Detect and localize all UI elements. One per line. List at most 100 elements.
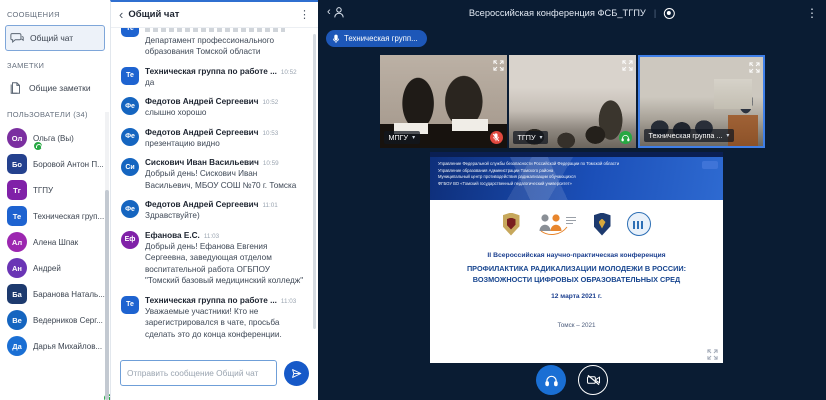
mic-icon bbox=[332, 34, 340, 44]
participant-name: ТГПУ bbox=[518, 133, 536, 142]
avatar: Тг bbox=[7, 180, 27, 200]
user-list-item[interactable]: Ал Алена Шпак bbox=[0, 229, 110, 255]
sidebar-scrollbar-thumb[interactable] bbox=[105, 190, 109, 400]
slide-footer-line: Томск – 2021 bbox=[430, 322, 723, 329]
slide-header-band: Управление Федеральной службы безопаснос… bbox=[430, 157, 723, 200]
video-thumbnail-tech-group[interactable]: Техническая группа ... ▾ bbox=[638, 55, 765, 148]
message-author: Федотов Андрей Сергеевич bbox=[145, 97, 258, 106]
slide-band-button bbox=[702, 161, 718, 169]
user-list-item[interactable]: Тг ТГПУ bbox=[0, 177, 110, 203]
avatar: Ан bbox=[7, 258, 27, 278]
video-thumbnail-tgpu[interactable]: ТГПУ ▾ bbox=[509, 55, 636, 148]
thumbnail-label[interactable]: Техническая группа ... ▾ bbox=[644, 129, 735, 142]
active-speaker-name: Техническая групп... bbox=[344, 34, 418, 43]
participant-name: Техническая группа ... bbox=[649, 131, 723, 140]
user-name: Андрей bbox=[33, 264, 61, 273]
thumbnail-label[interactable]: ТГПУ ▾ bbox=[513, 131, 548, 144]
sidebar-item-label: Общие заметки bbox=[29, 83, 91, 93]
user-name: Боровой Антон П... bbox=[33, 160, 104, 169]
user-list-item[interactable]: Ол Ольга (Вы) bbox=[0, 125, 110, 151]
active-speaker-pill: Техническая групп... bbox=[326, 30, 427, 47]
clipped-text-line bbox=[145, 28, 285, 32]
slide-org-line: Управление Федеральной службы безопаснос… bbox=[438, 161, 680, 168]
message-time: 10:59 bbox=[263, 160, 279, 167]
avatar: Те bbox=[7, 206, 27, 226]
conference-topbar: ‹ Всероссийская конференция ФСБ_ТГПУ | ⋮ bbox=[318, 0, 826, 26]
message-text: Здравствуйте) bbox=[145, 210, 304, 221]
slide-logos-row bbox=[430, 207, 723, 241]
user-name: Баранова Наталь... bbox=[33, 290, 105, 299]
slide-conference-line: II Всероссийская научно-практическая кон… bbox=[430, 252, 723, 259]
chat-message: Те Техническая группа по работе ...10:52… bbox=[121, 67, 304, 88]
message-input[interactable] bbox=[120, 360, 277, 386]
message-time: 10:52 bbox=[262, 99, 278, 106]
camera-off-icon bbox=[586, 374, 601, 386]
sidebar-item-general-chat[interactable]: Общий чат bbox=[5, 25, 105, 51]
thumbnail-label[interactable]: МПГУ ▾ bbox=[384, 131, 421, 144]
record-icon[interactable] bbox=[664, 8, 675, 19]
send-icon bbox=[291, 368, 302, 379]
expand-icon[interactable] bbox=[493, 58, 504, 69]
kebab-menu-icon[interactable]: ⋮ bbox=[299, 8, 310, 21]
message-text: Уважаемые участники! Кто не зарегистриро… bbox=[145, 306, 304, 340]
camera-off-button[interactable] bbox=[578, 365, 608, 395]
chevron-down-icon: ▾ bbox=[540, 134, 543, 141]
user-list-item[interactable]: Да Дарья Михайлов... bbox=[0, 333, 110, 359]
back-icon[interactable]: ‹ bbox=[119, 8, 123, 21]
message-time: 10:53 bbox=[262, 130, 278, 137]
participant-name: МПГУ bbox=[389, 133, 409, 142]
avatar: Фе bbox=[121, 128, 139, 146]
conference-area: ‹ Всероссийская конференция ФСБ_ТГПУ | ⋮… bbox=[318, 0, 826, 400]
chat-message: Те Техническая группа по работе ...11:03… bbox=[121, 296, 304, 340]
slide-org-line: Управление образования Администрации Том… bbox=[438, 168, 680, 175]
avatar: Те bbox=[121, 28, 139, 37]
users-section-header: ПОЛЬЗОВАТЕЛИ (34) bbox=[0, 106, 110, 123]
avatar: Ол bbox=[7, 128, 27, 148]
chevron-down-icon: ▾ bbox=[726, 132, 729, 139]
chat-scrollbar-thumb[interactable] bbox=[313, 34, 316, 329]
audio-button[interactable] bbox=[536, 365, 566, 395]
avatar: Ве bbox=[7, 310, 27, 330]
chat-message: Си Сискович Иван Васильевич10:59 Добрый … bbox=[121, 158, 304, 191]
expand-icon[interactable] bbox=[707, 347, 718, 358]
send-button[interactable] bbox=[284, 361, 309, 386]
message-author: Ефанова Е.С. bbox=[145, 231, 200, 240]
sidebar-item-general-notes[interactable]: Общие заметки bbox=[5, 76, 105, 100]
slide-org-line: ФГБОУ ВО «Томский государственный педаго… bbox=[438, 181, 680, 188]
user-list-item[interactable]: Ан Андрей bbox=[0, 255, 110, 281]
message-author: Федотов Андрей Сергеевич bbox=[145, 200, 258, 209]
expand-icon[interactable] bbox=[622, 58, 633, 69]
avatar: Фе bbox=[121, 200, 139, 218]
chat-message: Фе Федотов Андрей Сергеевич10:52 слышно … bbox=[121, 97, 304, 118]
avatar: Да bbox=[7, 336, 27, 356]
chat-message: Фе Федотов Андрей Сергеевич11:01 Здравст… bbox=[121, 200, 304, 221]
expand-icon[interactable] bbox=[749, 60, 760, 71]
user-list-item[interactable]: Бо Боровой Антон П... bbox=[0, 151, 110, 177]
headphones-badge-icon bbox=[33, 141, 43, 151]
avatar: Те bbox=[121, 67, 139, 85]
avatar: Ал bbox=[7, 232, 27, 252]
chevron-down-icon: ▾ bbox=[412, 134, 415, 141]
message-text: Добрый день! Ефанова Евгения Сергеевна, … bbox=[145, 241, 304, 287]
chat-message: Фе Федотов Андрей Сергеевич10:53 презент… bbox=[121, 128, 304, 149]
message-text: да bbox=[145, 77, 304, 88]
user-name: Ведерников Серг... bbox=[33, 316, 103, 325]
radicalization-center-logo bbox=[536, 211, 578, 237]
user-list-item[interactable]: Те Техническая груп... bbox=[0, 203, 110, 229]
message-text: Добрый день! Сискович Иван Васильевич, М… bbox=[145, 168, 304, 191]
sidebar: СООБЩЕНИЯ Общий чат ЗАМЕТКИ Общие заметк… bbox=[0, 0, 110, 400]
user-list-item[interactable]: Ба Баранова Наталь... bbox=[0, 281, 110, 307]
call-controls bbox=[536, 365, 608, 395]
collapse-participants-icon[interactable]: ‹ bbox=[327, 6, 345, 19]
message-author: Техническая группа по работе ... bbox=[145, 67, 277, 76]
message-time: 11:03 bbox=[204, 233, 219, 240]
video-thumbnail-mpgu[interactable]: МПГУ ▾ bbox=[380, 55, 507, 148]
avatar: Бо bbox=[7, 154, 27, 174]
user-list-item[interactable]: Ве Ведерников Серг... bbox=[0, 307, 110, 333]
user-name: Техническая груп... bbox=[33, 212, 104, 221]
slide-date-line: 12 марта 2021 г. bbox=[430, 293, 723, 300]
kebab-menu-icon[interactable]: ⋮ bbox=[806, 6, 818, 20]
fsb-emblem-logo bbox=[503, 213, 520, 236]
message-time: 11:03 bbox=[281, 298, 296, 305]
user-name: Дарья Михайлов... bbox=[33, 342, 102, 351]
